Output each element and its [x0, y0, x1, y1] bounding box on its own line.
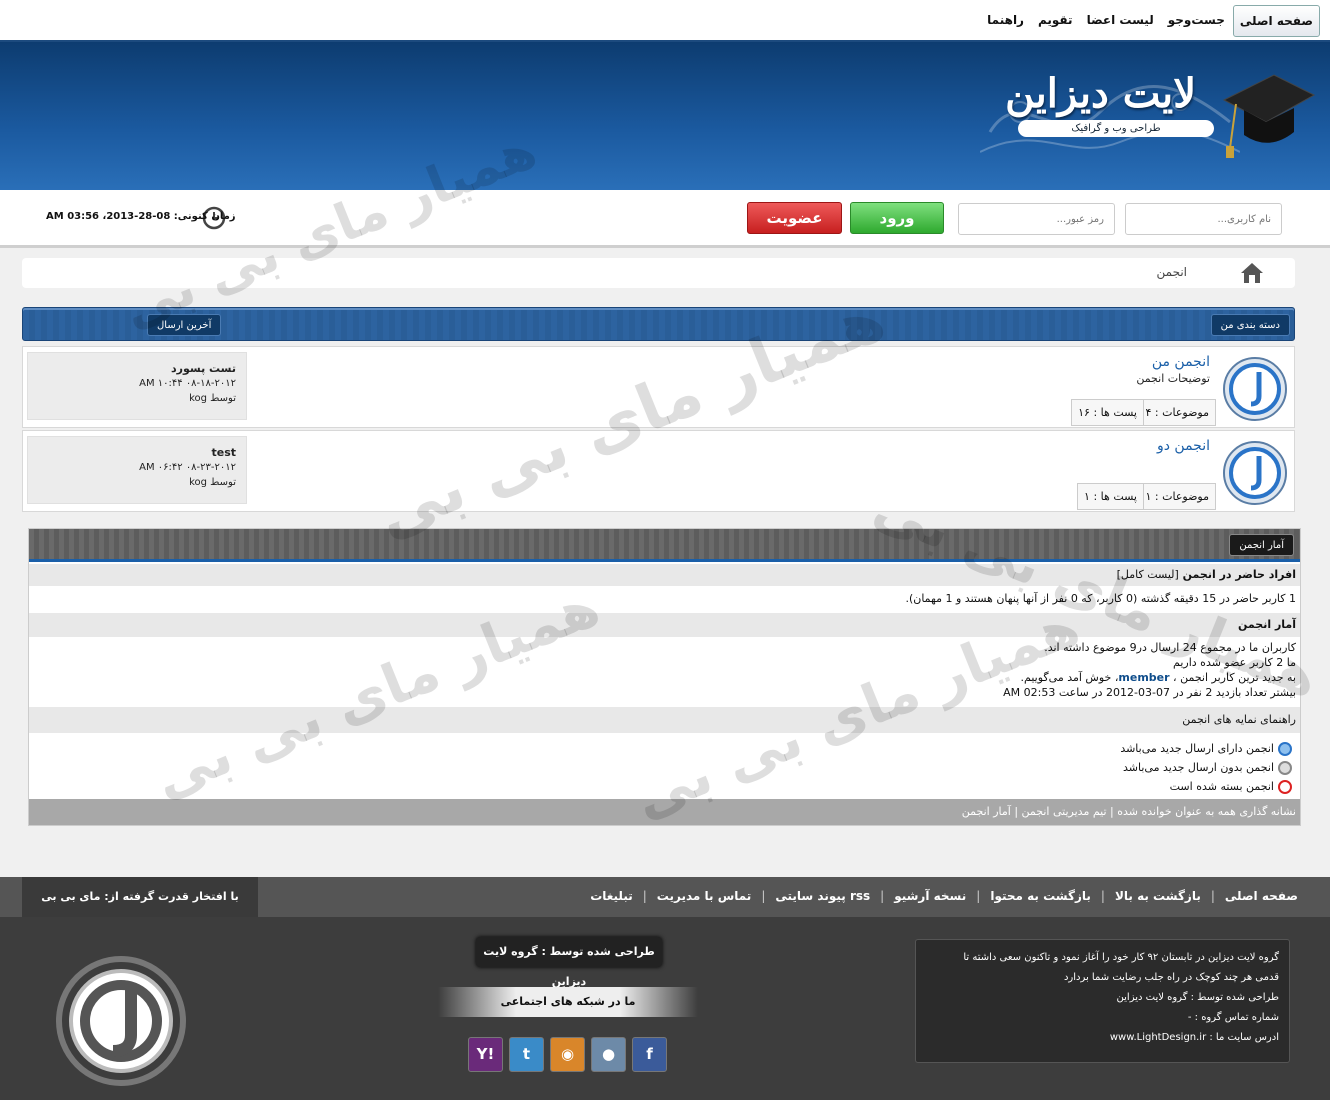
board-stats-line: کاربران ما در مجموع 24 ارسال در9 موضوع د…: [1044, 641, 1296, 654]
site-logo-title[interactable]: لایت دیزاین: [1005, 70, 1196, 117]
forum-last-post: test ۰۸-۲۳-۲۰۱۲ ۰۶:۴۲ AM توسط kog: [27, 436, 247, 504]
facebook-icon[interactable]: f: [632, 1037, 667, 1072]
board-stats-line: ما 2 کاربر عضو شده داریم: [1173, 656, 1296, 669]
site-footer: گروه لایت دیزاین در تابستان ۹۲ کار خود ر…: [0, 917, 1330, 1100]
powered-by[interactable]: با افتخار قدرت گرفته از: مای بی بی: [22, 877, 258, 917]
yahoo-icon[interactable]: Y!: [468, 1037, 503, 1072]
stats-title: آمار انجمن: [1229, 534, 1294, 556]
forum-no-new-posts-icon: [1278, 761, 1292, 775]
site-tagline: طراحی وب و گرافیک: [1018, 120, 1214, 137]
board-statistics: آمار انجمن افراد حاضر در انجمن [لیست کام…: [28, 528, 1301, 826]
nav-separator: |: [642, 889, 647, 903]
online-users-header: افراد حاضر در انجمن [لیست کامل]: [29, 564, 1300, 586]
board-stats-line: به جدید ترین کاربر انجمن ، member، خوش آ…: [33, 670, 1296, 685]
board-stats-line: بیشتر تعداد بازدید 2 نفر در 07-03-2012 د…: [1003, 686, 1296, 699]
time-label: زمان کنونی:: [173, 211, 236, 222]
social-title: ما در شبکه های اجتماعی: [438, 987, 698, 1017]
breadcrumb-current[interactable]: انجمن: [1157, 265, 1188, 279]
online-users-text: 1 کاربر حاضر در 15 دقیقه گذشته (0 کاربر،…: [29, 588, 1300, 610]
nav-separator: |: [1100, 889, 1105, 903]
about-line: طراحی شده توسط : گروه لایت دیزاین: [1116, 992, 1279, 1003]
footer-logo-icon: [56, 956, 186, 1086]
nav-separator: |: [880, 889, 885, 903]
breadcrumb: انجمن: [22, 258, 1295, 288]
home-icon[interactable]: [1239, 260, 1265, 286]
rss-icon[interactable]: ◉: [550, 1037, 585, 1072]
graduation-cap-icon: [1222, 74, 1316, 158]
forum-posts-count: پست ها : ۱۶: [1071, 399, 1144, 426]
chat-icon[interactable]: ●: [591, 1037, 626, 1072]
legend-header: راهنمای نمایه های انجمن: [29, 707, 1300, 733]
legend-locked-text: انجمن بسته شده است: [1169, 780, 1274, 793]
stats-header: آمار انجمن: [29, 529, 1300, 562]
nav-separator: |: [1210, 889, 1215, 903]
last-post-date: ۰۸-۲۳-۲۰۱۲ ۰۶:۴۲ AM: [139, 462, 236, 473]
forum-topics-count: موضوعات : ۴: [1138, 399, 1216, 426]
nav-separator: |: [761, 889, 766, 903]
top-navigation: صفحه اصلی جست‌وجو لیست اعضا تقویم راهنما: [0, 0, 1330, 42]
last-post-date: ۰۸-۱۸-۲۰۱۲ ۱۰:۴۴ AM: [139, 378, 236, 389]
legend-body: انجمن دارای ارسال جدید می‌باشد انجمن بدو…: [29, 739, 1300, 796]
login-bar: ورود عضویت زمان کنونی: 08-28-2013، 03:56…: [0, 190, 1330, 248]
last-post-title[interactable]: test: [38, 445, 236, 460]
about-box: گروه لایت دیزاین در تابستان ۹۲ کار خود ر…: [915, 939, 1290, 1063]
legend-new-text: انجمن دارای ارسال جدید می‌باشد: [1120, 742, 1274, 755]
login-button[interactable]: ورود: [850, 202, 944, 234]
online-full-list-link[interactable]: [لیست کامل]: [1117, 568, 1179, 581]
stats-footer-links[interactable]: نشانه گذاری همه به عنوان خوانده شده | تی…: [29, 799, 1300, 825]
username-input[interactable]: [1125, 203, 1282, 235]
footer-nav-contact[interactable]: تماس با مدیریت: [657, 889, 752, 903]
forum-last-post: تست پسورد ۰۸-۱۸-۲۰۱۲ ۱۰:۴۴ AM توسط kog: [27, 352, 247, 420]
newest-member-link[interactable]: member: [1118, 671, 1169, 684]
site-header: لایت دیزاین طراحی وب و گرافیک: [0, 42, 1330, 190]
last-post-by-label: توسط: [210, 477, 236, 488]
current-time: زمان کنونی: 08-28-2013، 03:56 AM: [46, 211, 236, 222]
twitter-icon[interactable]: t: [509, 1037, 544, 1072]
time-value: 08-28-2013، 03:56 AM: [46, 211, 171, 222]
register-button[interactable]: عضویت: [747, 202, 842, 234]
about-line: گروه لایت دیزاین در تابستان ۹۲ کار خود ر…: [963, 952, 1279, 963]
newest-member-prefix: به جدید ترین کاربر انجمن ،: [1173, 671, 1296, 684]
board-stats-header: آمار انجمن: [29, 613, 1300, 637]
nav-search[interactable]: جست‌وجو: [1162, 5, 1231, 37]
forum-topics-count: موضوعات : ۱: [1138, 483, 1216, 510]
forum-status-icon[interactable]: [1222, 440, 1288, 506]
forum-description: توضیحات انجمن: [1136, 372, 1210, 385]
about-line: شماره تماس گروه : -: [1187, 1012, 1279, 1023]
last-post-column-header: آخرین ارسال: [147, 314, 222, 336]
category-title[interactable]: دسته بندی من: [1210, 314, 1290, 336]
last-post-by-label: توسط: [210, 393, 236, 404]
last-post-user[interactable]: kog: [189, 393, 207, 404]
about-site-address[interactable]: ادرس سایت ما : www.LightDesign.ir: [926, 1028, 1279, 1048]
forum-new-posts-icon: [1278, 742, 1292, 756]
footer-nav-rss[interactable]: پیوند سایتی rss: [775, 889, 870, 903]
forum-locked-icon: [1278, 780, 1292, 794]
nav-member-list[interactable]: لیست اعضا: [1081, 5, 1160, 37]
last-post-title[interactable]: تست پسورد: [38, 361, 236, 376]
footer-nav-ads[interactable]: تبلیغات: [590, 889, 633, 903]
forum-status-icon[interactable]: [1222, 356, 1288, 422]
footer-nav-archive[interactable]: نسخه آرشیو: [894, 889, 966, 903]
about-line: قدمی هر چند کوچک در راه جلب رضایت شما بر…: [1063, 972, 1279, 983]
forum-name[interactable]: انجمن من: [1152, 354, 1210, 370]
forum-posts-count: پست ها : ۱: [1077, 483, 1144, 510]
board-stats-body: کاربران ما در مجموع 24 ارسال در9 موضوع د…: [29, 640, 1300, 700]
nav-home[interactable]: صفحه اصلی: [1232, 5, 1320, 37]
forum-row: انجمن دو موضوعات : ۱ پست ها : ۱ test ۰۸-…: [22, 430, 1295, 512]
category-header: دسته بندی من آخرین ارسال: [22, 307, 1295, 341]
legend-nonew-text: انجمن بدون ارسال جدید می‌باشد: [1123, 761, 1274, 774]
designed-by: طراحی شده توسط : گروه لایت دیزاین: [476, 937, 662, 988]
nav-help[interactable]: راهنما: [981, 5, 1030, 37]
forum-name[interactable]: انجمن دو: [1157, 438, 1210, 454]
footer-nav-back-to-top[interactable]: بازگشت به بالا: [1115, 889, 1201, 903]
forum-row: انجمن من توضیحات انجمن موضوعات : ۴ پست ه…: [22, 346, 1295, 428]
last-post-user[interactable]: kog: [189, 477, 207, 488]
password-input[interactable]: [958, 203, 1115, 235]
nav-separator: |: [976, 889, 981, 903]
footer-nav-back-to-content[interactable]: بازگشت به محتوا: [990, 889, 1091, 903]
footer-nav-home[interactable]: صفحه اصلی: [1225, 889, 1298, 903]
nav-calendar[interactable]: تقویم: [1032, 5, 1079, 37]
online-header-label: افراد حاضر در انجمن: [1182, 568, 1296, 581]
newest-member-suffix: ، خوش آمد می‌گوییم.: [1020, 671, 1119, 684]
